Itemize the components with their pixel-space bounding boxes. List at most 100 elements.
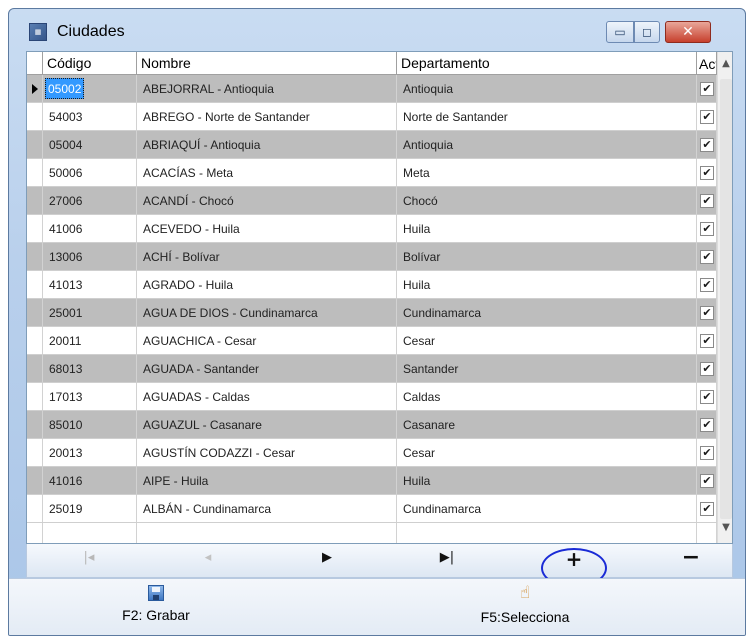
cell-activo[interactable]: ✔: [697, 467, 717, 494]
cell-codigo[interactable]: 85010: [43, 411, 137, 438]
active-checkbox[interactable]: ✔: [700, 109, 714, 124]
active-checkbox[interactable]: ✔: [700, 501, 714, 516]
maximize-button[interactable]: ◻: [634, 21, 660, 43]
active-checkbox[interactable]: ✔: [700, 165, 714, 180]
table-row[interactable]: 41006 ACEVEDO - Huila Huila ✔: [27, 215, 717, 243]
table-row[interactable]: 20011 AGUACHICA - Cesar Cesar ✔: [27, 327, 717, 355]
cell-departamento[interactable]: Cundinamarca: [397, 299, 697, 326]
table-row[interactable]: 41016 AIPE - Huila Huila ✔: [27, 467, 717, 495]
cell-activo[interactable]: ✔: [697, 383, 717, 410]
cell-departamento[interactable]: Antioquia: [397, 75, 697, 102]
cell-activo[interactable]: ✔: [697, 159, 717, 186]
cell-activo[interactable]: ✔: [697, 355, 717, 382]
cell-codigo[interactable]: 25019: [43, 495, 137, 522]
cell-nombre[interactable]: ACACÍAS - Meta: [137, 159, 397, 186]
cell-activo[interactable]: ✔: [697, 299, 717, 326]
delete-record-button[interactable]: −: [679, 545, 703, 570]
cell-activo[interactable]: ✔: [697, 495, 717, 522]
header-codigo[interactable]: Código: [43, 52, 137, 75]
active-checkbox[interactable]: ✔: [700, 277, 714, 292]
cell-codigo[interactable]: 17013: [43, 383, 137, 410]
cell-activo[interactable]: ✔: [697, 103, 717, 130]
table-row[interactable]: 41013 AGRADO - Huila Huila ✔: [27, 271, 717, 299]
add-record-button[interactable]: +: [564, 547, 584, 571]
first-record-icon[interactable]: |◂: [79, 550, 99, 572]
cell-nombre[interactable]: ACHÍ - Bolívar: [137, 243, 397, 270]
scroll-up-icon[interactable]: ▲: [718, 58, 732, 74]
cell-departamento[interactable]: Huila: [397, 271, 697, 298]
active-checkbox[interactable]: ✔: [700, 249, 714, 264]
cell-activo[interactable]: ✔: [697, 131, 717, 158]
selected-cell[interactable]: 05002: [45, 78, 85, 99]
table-row[interactable]: 50006 ACACÍAS - Meta Meta ✔: [27, 159, 717, 187]
scroll-down-icon[interactable]: ▼: [718, 522, 732, 538]
cell-departamento[interactable]: Chocó: [397, 187, 697, 214]
scroll-thumb[interactable]: [720, 79, 732, 519]
next-record-icon[interactable]: ▶: [317, 550, 337, 572]
cell-codigo[interactable]: 50006: [43, 159, 137, 186]
cell-activo[interactable]: ✔: [697, 411, 717, 438]
cell-departamento[interactable]: Santander: [397, 355, 697, 382]
cell-codigo[interactable]: 27006: [43, 187, 137, 214]
header-activo[interactable]: Act: [697, 52, 717, 75]
cell-nombre[interactable]: AIPE - Huila: [137, 467, 397, 494]
cell-nombre[interactable]: AGUACHICA - Cesar: [137, 327, 397, 354]
cell-nombre[interactable]: ACANDÍ - Chocó: [137, 187, 397, 214]
cell-activo[interactable]: ✔: [697, 215, 717, 242]
cell-departamento[interactable]: Meta: [397, 159, 697, 186]
cell-nombre[interactable]: AGUA DE DIOS - Cundinamarca: [137, 299, 397, 326]
cell-codigo[interactable]: 20013: [43, 439, 137, 466]
cell-nombre[interactable]: AGUADA - Santander: [137, 355, 397, 382]
table-row[interactable]: 85010 AGUAZUL - Casanare Casanare ✔: [27, 411, 717, 439]
cell-nombre[interactable]: [137, 523, 397, 543]
cell-activo[interactable]: ✔: [697, 75, 717, 102]
active-checkbox[interactable]: ✔: [700, 361, 714, 376]
cities-grid[interactable]: Código Nombre Departamento Act 05002 ABE…: [26, 51, 733, 544]
cell-nombre[interactable]: ABRIAQUÍ - Antioquia: [137, 131, 397, 158]
table-row[interactable]: 13006 ACHÍ - Bolívar Bolívar ✔: [27, 243, 717, 271]
cell-nombre[interactable]: ALBÁN - Cundinamarca: [137, 495, 397, 522]
cell-departamento[interactable]: Caldas: [397, 383, 697, 410]
cell-nombre[interactable]: AGRADO - Huila: [137, 271, 397, 298]
cell-codigo[interactable]: 41013: [43, 271, 137, 298]
cell-nombre[interactable]: ACEVEDO - Huila: [137, 215, 397, 242]
table-row[interactable]: 05002 ABEJORRAL - Antioquia Antioquia ✔: [27, 75, 717, 103]
title-bar[interactable]: ▦ Ciudades ▭ ◻ ✕: [9, 9, 745, 49]
cell-departamento[interactable]: Norte de Santander: [397, 103, 697, 130]
table-row[interactable]: 27006 ACANDÍ - Chocó Chocó ✔: [27, 187, 717, 215]
prev-record-icon[interactable]: ◂: [198, 550, 218, 572]
cell-departamento[interactable]: Huila: [397, 215, 697, 242]
cell-departamento[interactable]: Bolívar: [397, 243, 697, 270]
cell-codigo[interactable]: 05004: [43, 131, 137, 158]
cell-nombre[interactable]: ABEJORRAL - Antioquia: [137, 75, 397, 102]
active-checkbox[interactable]: ✔: [700, 417, 714, 432]
cell-nombre[interactable]: ABREGO - Norte de Santander: [137, 103, 397, 130]
active-checkbox[interactable]: ✔: [700, 193, 714, 208]
new-row-placeholder[interactable]: [27, 523, 717, 543]
cell-codigo[interactable]: 54003: [43, 103, 137, 130]
active-checkbox[interactable]: ✔: [700, 221, 714, 236]
active-checkbox[interactable]: ✔: [700, 333, 714, 348]
cell-codigo[interactable]: 41006: [43, 215, 137, 242]
cell-departamento[interactable]: Cesar: [397, 439, 697, 466]
cell-codigo[interactable]: 13006: [43, 243, 137, 270]
table-row[interactable]: 25001 AGUA DE DIOS - Cundinamarca Cundin…: [27, 299, 717, 327]
selecciona-button[interactable]: ☝ F5:Selecciona: [465, 583, 585, 625]
table-row[interactable]: 20013 AGUSTÍN CODAZZI - Cesar Cesar ✔: [27, 439, 717, 467]
cell-activo[interactable]: ✔: [697, 327, 717, 354]
cell-activo[interactable]: [697, 523, 717, 543]
cell-codigo[interactable]: 68013: [43, 355, 137, 382]
cell-nombre[interactable]: AGUAZUL - Casanare: [137, 411, 397, 438]
cell-activo[interactable]: ✔: [697, 271, 717, 298]
cell-departamento[interactable]: Huila: [397, 467, 697, 494]
cell-departamento[interactable]: Casanare: [397, 411, 697, 438]
active-checkbox[interactable]: ✔: [700, 137, 714, 152]
table-row[interactable]: 68013 AGUADA - Santander Santander ✔: [27, 355, 717, 383]
table-row[interactable]: 05004 ABRIAQUÍ - Antioquia Antioquia ✔: [27, 131, 717, 159]
cell-codigo[interactable]: 20011: [43, 327, 137, 354]
table-row[interactable]: 25019 ALBÁN - Cundinamarca Cundinamarca …: [27, 495, 717, 523]
cell-activo[interactable]: ✔: [697, 439, 717, 466]
cell-codigo[interactable]: [43, 523, 137, 543]
cell-nombre[interactable]: AGUADAS - Caldas: [137, 383, 397, 410]
close-button[interactable]: ✕: [665, 21, 711, 43]
